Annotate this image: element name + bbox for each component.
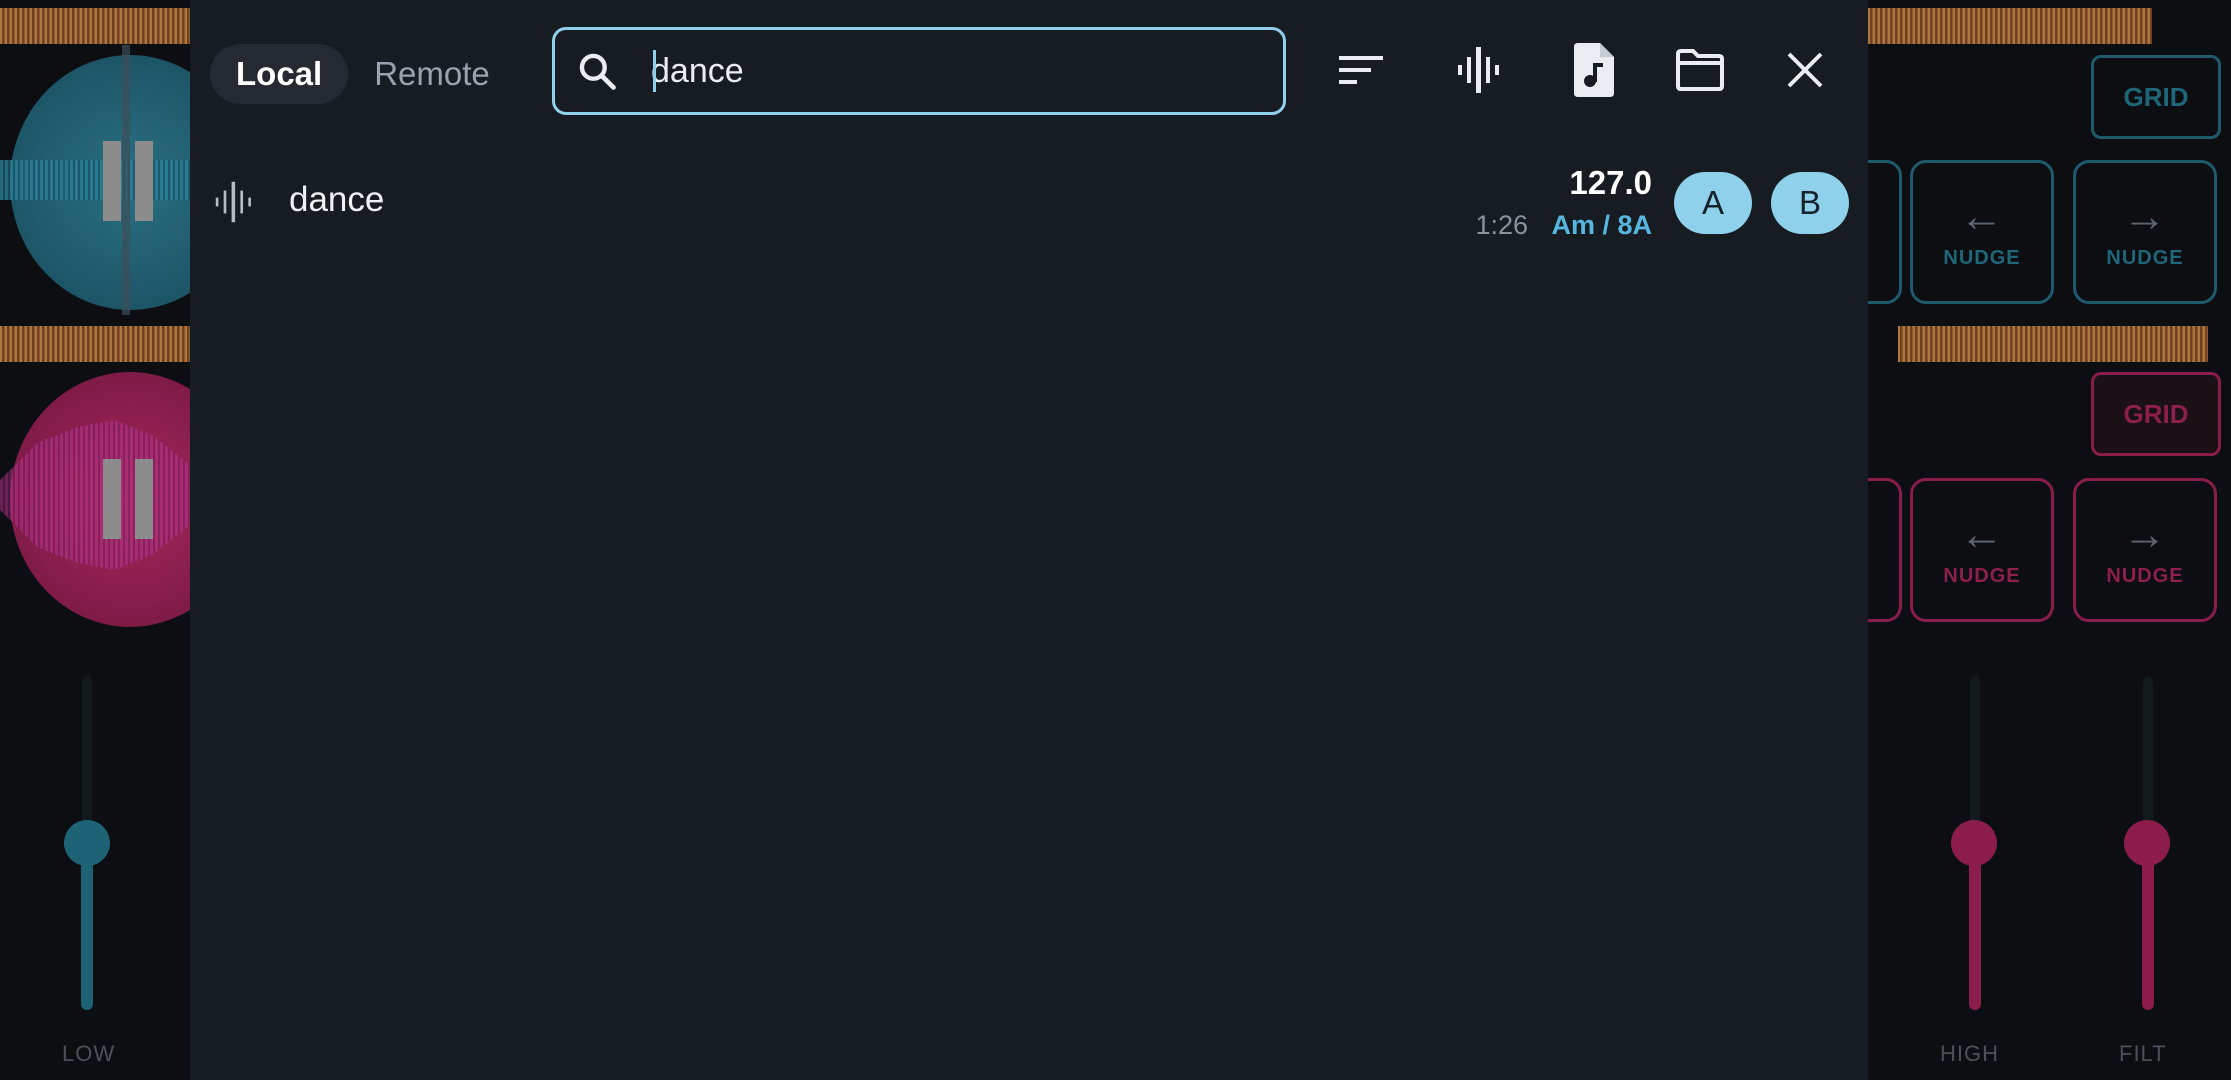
tab-local[interactable]: Local [210, 44, 349, 104]
waveform-icon [215, 181, 251, 223]
filter-slider[interactable] [2124, 820, 2170, 866]
arrow-right-icon: → [2122, 191, 2168, 241]
audio-file-button[interactable] [1564, 40, 1624, 100]
nudge-label: NUDGE [2106, 564, 2184, 587]
eq-low-slider[interactable] [64, 820, 110, 866]
search-input[interactable] [649, 50, 1213, 92]
filter-label: FILT [2119, 1041, 2167, 1066]
deck-b-pause-icon[interactable] [103, 459, 153, 539]
deck-b-overview-waveform[interactable] [0, 326, 190, 362]
audio-file-icon [1574, 43, 1614, 97]
load-deck-b-button[interactable]: B [1771, 172, 1849, 234]
folder-icon [1676, 49, 1724, 91]
eq-low-fill [81, 845, 93, 1010]
track-bpm: 127.0 [1569, 164, 1652, 201]
eq-high-slider[interactable] [1951, 820, 1997, 866]
nudge-label: NUDGE [1943, 246, 2021, 269]
deck-a-waveform [0, 160, 190, 200]
folder-button[interactable] [1670, 40, 1730, 100]
track-key: Am / 8A [1551, 210, 1652, 240]
nudge-label: NUDGE [1943, 564, 2021, 587]
waveform-button[interactable] [1450, 40, 1510, 100]
deck-right-background: GRID ← NUDGE → NUDGE GRID ← NUDGE → NUDG… [1868, 0, 2231, 1080]
arrow-left-icon: ← [1959, 509, 2005, 559]
text-caret [653, 50, 656, 92]
track-row[interactable]: dance 127.0 1:26 Am / 8A A B [190, 150, 1868, 260]
library-panel: Local Remote dance dance 127.0 1:26 Am /… [190, 0, 1868, 1080]
deck-a-overview-right[interactable] [1868, 8, 2152, 44]
waveform-icon [1458, 47, 1499, 93]
deck-a-overview-waveform[interactable] [0, 8, 190, 44]
deck-a-pause-icon[interactable] [103, 141, 153, 221]
search-box[interactable] [552, 27, 1286, 115]
eq-high-label: HIGH [1940, 1041, 1999, 1066]
close-button[interactable] [1775, 40, 1835, 100]
sort-icon [1339, 56, 1383, 84]
load-deck-a-button[interactable]: A [1674, 172, 1752, 234]
deck-b-nudge-forward-button[interactable]: → NUDGE [2073, 478, 2217, 622]
deck-b-grid-button[interactable]: GRID [2091, 372, 2221, 456]
deck-a-nudge-partial[interactable] [1868, 160, 1902, 304]
arrow-right-icon: → [2122, 509, 2168, 559]
tab-remote[interactable]: Remote [348, 44, 516, 104]
deck-a-nudge-forward-button[interactable]: → NUDGE [2073, 160, 2217, 304]
nudge-label: NUDGE [2106, 246, 2184, 269]
eq-high-fill [1969, 845, 1981, 1010]
eq-low-label: LOW [62, 1041, 116, 1066]
close-icon [1787, 52, 1823, 88]
deck-left-background: LOW [0, 0, 190, 1080]
sort-button[interactable] [1332, 40, 1392, 100]
search-icon [579, 53, 616, 90]
track-title: dance [289, 180, 385, 219]
source-toggle: Local Remote [210, 44, 516, 104]
track-duration: 1:26 [1475, 210, 1528, 240]
deck-b-nudge-partial[interactable] [1868, 478, 1902, 622]
arrow-left-icon: ← [1959, 191, 2005, 241]
deck-b-overview-right[interactable] [1898, 326, 2208, 362]
deck-a-grid-button[interactable]: GRID [2091, 55, 2221, 139]
deck-a-nudge-back-button[interactable]: ← NUDGE [1910, 160, 2054, 304]
deck-b-nudge-back-button[interactable]: ← NUDGE [1910, 478, 2054, 622]
filter-fill [2142, 845, 2154, 1010]
